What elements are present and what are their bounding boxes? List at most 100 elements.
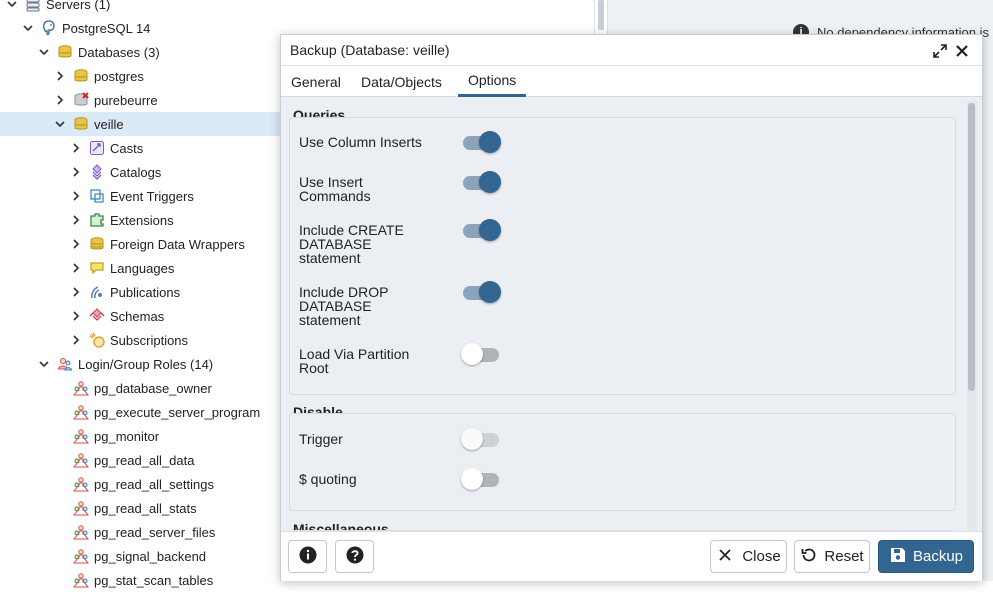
chevron-down-icon[interactable] bbox=[20, 20, 36, 36]
tree-item-label: pg_stat_scan_tables bbox=[94, 572, 214, 588]
chevron-right-icon[interactable] bbox=[52, 68, 68, 84]
database-disconnected-icon bbox=[72, 91, 90, 109]
toggle-knob bbox=[461, 343, 483, 365]
tree-item-label: postgres bbox=[94, 68, 144, 84]
close-button-label: Close bbox=[742, 548, 781, 565]
tree-item-label: Schemas bbox=[110, 308, 165, 324]
chevron-right-icon[interactable] bbox=[52, 92, 68, 108]
option-label-include-drop-database: Include DROP DATABASE statement bbox=[299, 284, 389, 328]
tree-item-label: pg_read_all_stats bbox=[94, 500, 197, 516]
publications-icon bbox=[88, 283, 106, 301]
disable-fieldset bbox=[289, 413, 956, 511]
close-button[interactable]: Close bbox=[710, 540, 787, 573]
chevron-right-icon[interactable] bbox=[68, 332, 84, 348]
option-label-include-create-database: Include CREATE DATABASE statement bbox=[299, 222, 404, 266]
chevron-down-icon[interactable] bbox=[36, 44, 52, 60]
database-icon bbox=[72, 67, 90, 85]
tree-item-label: Subscriptions bbox=[110, 332, 189, 348]
group-role-icon bbox=[72, 379, 90, 397]
dialog-tabs: General Data/Objects Options bbox=[281, 66, 982, 97]
tree-item-label: Servers (1) bbox=[46, 0, 111, 12]
option-label-load-via-partition-root: Load Via Partition Root bbox=[299, 346, 410, 376]
option-label-use-insert-commands: Use Insert Commands bbox=[299, 174, 371, 204]
login-group-roles-icon bbox=[56, 355, 74, 373]
include-create-database-toggle[interactable] bbox=[461, 219, 501, 243]
tree-item-label: pg_signal_backend bbox=[94, 548, 207, 564]
dialog-header[interactable]: Backup (Database: veille) bbox=[281, 35, 982, 66]
help-button[interactable] bbox=[335, 540, 374, 573]
chevron-right-icon[interactable] bbox=[68, 164, 84, 180]
tree-item-label: Databases (3) bbox=[78, 44, 160, 60]
tree-item-label: pg_execute_server_program bbox=[94, 404, 261, 420]
group-role-icon bbox=[72, 499, 90, 517]
tree-item-label: pg_monitor bbox=[94, 428, 160, 444]
tree-item-label: purebeurre bbox=[94, 92, 158, 108]
toggle-knob bbox=[479, 171, 501, 193]
tree-item-label: Languages bbox=[110, 260, 175, 276]
tree-item-servers[interactable]: Servers (1) bbox=[0, 0, 594, 16]
reset-icon bbox=[800, 546, 818, 568]
dialog-title: Backup (Database: veille) bbox=[290, 42, 450, 58]
postgresql-elephant-icon bbox=[40, 19, 58, 37]
save-disk-icon bbox=[889, 546, 907, 568]
toggle-knob bbox=[479, 281, 501, 303]
schemas-icon bbox=[88, 307, 106, 325]
toggle-knob bbox=[461, 468, 483, 490]
maximize-icon[interactable] bbox=[932, 43, 948, 59]
toggle-knob bbox=[479, 131, 501, 153]
include-drop-database-toggle[interactable] bbox=[461, 281, 501, 305]
databases-icon bbox=[56, 43, 74, 61]
group-role-icon bbox=[72, 571, 90, 589]
toggle-knob bbox=[461, 428, 483, 450]
splitter-grip[interactable] bbox=[598, 0, 604, 30]
tree-item-label: Login/Group Roles (14) bbox=[78, 356, 214, 372]
foreign-data-wrappers-icon bbox=[88, 235, 106, 253]
dollar-quoting-toggle[interactable] bbox=[461, 468, 501, 492]
scrollbar-thumb[interactable] bbox=[968, 103, 975, 391]
info-button[interactable] bbox=[288, 540, 327, 573]
chevron-down-icon[interactable] bbox=[36, 356, 52, 372]
use-insert-commands-toggle[interactable] bbox=[461, 171, 501, 195]
reset-button[interactable]: Reset bbox=[794, 540, 870, 573]
info-circle-icon bbox=[299, 546, 317, 568]
catalogs-icon bbox=[88, 163, 106, 181]
tree-item-label: veille bbox=[94, 116, 124, 132]
tree-item-label: Casts bbox=[110, 140, 144, 156]
tree-item-label: Publications bbox=[110, 284, 181, 300]
tab-data-objects[interactable]: Data/Objects bbox=[351, 66, 452, 97]
tab-general[interactable]: General bbox=[281, 66, 351, 97]
help-circle-icon bbox=[346, 546, 364, 568]
tree-item-label: pg_read_all_settings bbox=[94, 476, 214, 492]
tree-item-label: PostgreSQL 14 bbox=[62, 20, 151, 36]
servers-icon bbox=[24, 0, 42, 13]
options-scrollbar[interactable] bbox=[967, 101, 977, 531]
chevron-down-icon[interactable] bbox=[52, 116, 68, 132]
chevron-right-icon[interactable] bbox=[68, 140, 84, 156]
chevron-right-icon[interactable] bbox=[68, 236, 84, 252]
use-column-inserts-toggle[interactable] bbox=[461, 131, 501, 155]
option-label-trigger: Trigger bbox=[299, 431, 343, 447]
tree-item-label: Extensions bbox=[110, 212, 174, 228]
trigger-toggle[interactable] bbox=[461, 428, 501, 452]
extensions-icon bbox=[88, 211, 106, 229]
chevron-right-icon[interactable] bbox=[68, 284, 84, 300]
group-role-icon bbox=[72, 523, 90, 541]
chevron-right-icon[interactable] bbox=[68, 260, 84, 276]
tree-item-label: pg_database_owner bbox=[94, 380, 212, 396]
load-via-partition-root-toggle[interactable] bbox=[461, 343, 501, 367]
close-icon[interactable] bbox=[954, 43, 970, 59]
chevron-right-icon[interactable] bbox=[68, 308, 84, 324]
chevron-down-icon[interactable] bbox=[4, 0, 20, 12]
options-panel: Queries Use Column Inserts Use Insert Co… bbox=[281, 97, 982, 531]
subscriptions-icon bbox=[88, 331, 106, 349]
chevron-right-icon[interactable] bbox=[68, 188, 84, 204]
tree-item-label: Catalogs bbox=[110, 164, 162, 180]
dialog-footer: Close Reset Backup bbox=[281, 531, 982, 581]
tab-options[interactable]: Options bbox=[458, 66, 527, 97]
toggle-knob bbox=[479, 219, 501, 241]
backup-button[interactable]: Backup bbox=[878, 540, 974, 573]
casts-icon bbox=[88, 139, 106, 157]
chevron-right-icon[interactable] bbox=[68, 212, 84, 228]
group-role-icon bbox=[72, 403, 90, 421]
tree-item-label: pg_read_server_files bbox=[94, 524, 216, 540]
